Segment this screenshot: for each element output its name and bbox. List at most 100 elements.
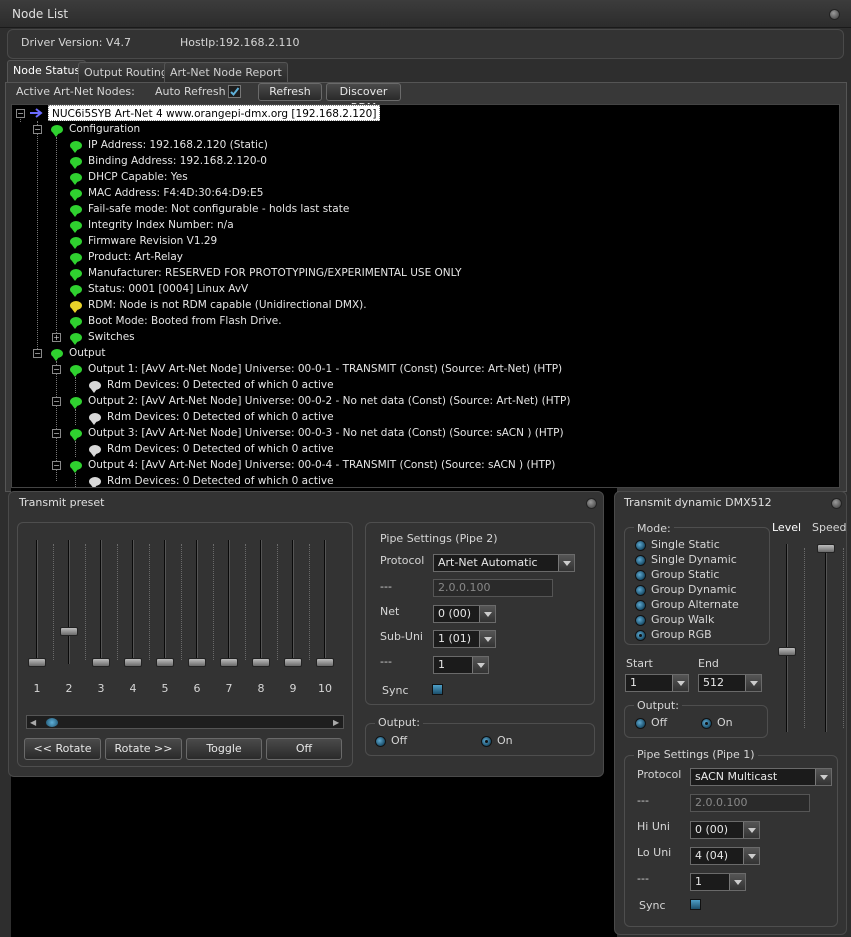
output-on-radio[interactable]: [481, 736, 492, 747]
fader-thumb[interactable]: [220, 658, 238, 667]
fader-thumb[interactable]: [156, 658, 174, 667]
mode-radio-group-walk[interactable]: [635, 615, 646, 626]
net-select[interactable]: 0 (00): [433, 605, 496, 623]
rdm-devices[interactable]: Rdm Devices: 0 Detected of which 0 activ…: [107, 441, 334, 457]
mode-radio-group-alternate[interactable]: [635, 600, 646, 611]
tab-output-routing[interactable]: Output Routing: [78, 62, 174, 82]
ip-field[interactable]: 2.0.0.100: [433, 579, 553, 597]
chevron-down-icon[interactable]: [745, 675, 761, 691]
hiuni-select[interactable]: 0 (00): [690, 821, 760, 839]
panel-close-icon[interactable]: [586, 498, 597, 509]
chevron-down-icon[interactable]: [815, 769, 831, 785]
node-tree[interactable]: − NUC6i5SYB Art-Net 4 www.orangepi-dmx.o…: [11, 104, 840, 488]
subuni-select[interactable]: 1 (01): [433, 630, 496, 648]
mode-radio-group-static[interactable]: [635, 570, 646, 581]
config-item[interactable]: Status: 0001 [0004] Linux AvV: [88, 281, 248, 297]
collapse-icon[interactable]: −: [52, 429, 61, 438]
tree-configuration[interactable]: Configuration: [69, 121, 140, 137]
dynamic-ip-field[interactable]: 2.0.0.100: [690, 794, 810, 812]
config-item[interactable]: Fail-safe mode: Not configurable - holds…: [88, 201, 349, 217]
protocol-select[interactable]: Art-Net Automatic: [433, 554, 575, 572]
extra-select[interactable]: 1: [433, 656, 489, 674]
dynamic-protocol-select[interactable]: sACN Multicast: [690, 768, 832, 786]
collapse-icon[interactable]: −: [16, 109, 25, 118]
fader-thumb[interactable]: [284, 658, 302, 667]
speed-slider-track[interactable]: [825, 544, 827, 732]
fader-thumb[interactable]: [188, 658, 206, 667]
window-close-icon[interactable]: [829, 9, 840, 20]
output-item[interactable]: Output 2: [AvV Art-Net Node] Universe: 0…: [88, 393, 570, 409]
mode-radio-group-rgb[interactable]: [635, 630, 646, 641]
config-item[interactable]: IP Address: 192.168.2.120 (Static): [88, 137, 268, 153]
chevron-down-icon[interactable]: [479, 606, 495, 622]
rdm-devices[interactable]: Rdm Devices: 0 Detected of which 0 activ…: [107, 409, 334, 425]
horizontal-scrollbar[interactable]: ◀ ▶: [26, 715, 344, 729]
config-item[interactable]: Product: Art-Relay: [88, 249, 183, 265]
tree-output[interactable]: Output: [69, 345, 105, 361]
off-button[interactable]: Off: [266, 738, 342, 760]
fader-track[interactable]: [292, 540, 294, 664]
config-item[interactable]: Integrity Index Number: n/a: [88, 217, 234, 233]
collapse-icon[interactable]: −: [33, 349, 42, 358]
fader-thumb[interactable]: [316, 658, 334, 667]
config-item[interactable]: Manufacturer: RESERVED FOR PROTOTYPING/E…: [88, 265, 462, 281]
mode-radio-single-dynamic[interactable]: [635, 555, 646, 566]
fader-track[interactable]: [228, 540, 230, 664]
fader-track[interactable]: [132, 540, 134, 664]
end-select[interactable]: 512: [698, 674, 762, 692]
mode-radio-single-static[interactable]: [635, 540, 646, 551]
discover-rdm-button[interactable]: Discover RDM: [326, 83, 401, 114]
chevron-down-icon[interactable]: [472, 657, 488, 673]
config-item[interactable]: Binding Address: 192.168.2.120-0: [88, 153, 267, 169]
fader-track[interactable]: [260, 540, 262, 664]
fader-track[interactable]: [36, 540, 38, 664]
dynamic-sync-checkbox[interactable]: [690, 899, 701, 910]
toggle-button[interactable]: Toggle: [186, 738, 262, 760]
config-item[interactable]: DHCP Capable: Yes: [88, 169, 188, 185]
config-item[interactable]: RDM: Node is not RDM capable (Unidirecti…: [88, 297, 367, 313]
rotate-right-button[interactable]: Rotate >>: [105, 738, 182, 760]
scroll-left-icon[interactable]: ◀: [30, 718, 36, 727]
scroll-right-icon[interactable]: ▶: [333, 718, 339, 727]
dynamic-output-off-radio[interactable]: [635, 718, 646, 729]
level-slider-thumb[interactable]: [778, 647, 796, 657]
fader-track[interactable]: [324, 540, 326, 664]
fader-track[interactable]: [100, 540, 102, 664]
collapse-icon[interactable]: −: [52, 461, 61, 470]
fader-thumb[interactable]: [28, 658, 46, 667]
scroll-thumb[interactable]: [46, 718, 58, 727]
config-item[interactable]: Boot Mode: Booted from Flash Drive.: [88, 313, 282, 329]
start-select[interactable]: 1: [625, 674, 689, 692]
collapse-icon[interactable]: −: [52, 365, 61, 374]
chevron-down-icon[interactable]: [558, 555, 574, 571]
fader-track[interactable]: [68, 540, 70, 664]
rotate-left-button[interactable]: << Rotate: [24, 738, 101, 760]
collapse-icon[interactable]: −: [52, 397, 61, 406]
config-item[interactable]: MAC Address: F4:4D:30:64:D9:E5: [88, 185, 263, 201]
panel-close-icon[interactable]: [831, 498, 842, 509]
tab-art-net-node-report[interactable]: Art-Net Node Report: [164, 62, 288, 82]
tab-node-status[interactable]: Node Status: [7, 60, 87, 82]
fader-thumb[interactable]: [92, 658, 110, 667]
config-item[interactable]: Firmware Revision V1.29: [88, 233, 217, 249]
level-slider-track[interactable]: [786, 544, 788, 732]
tree-root-node[interactable]: NUC6i5SYB Art-Net 4 www.orangepi-dmx.org…: [48, 105, 381, 121]
fader-thumb[interactable]: [252, 658, 270, 667]
rdm-devices[interactable]: Rdm Devices: 0 Detected of which 0 activ…: [107, 377, 334, 393]
collapse-icon[interactable]: −: [33, 125, 42, 134]
chevron-down-icon[interactable]: [729, 874, 745, 890]
sync-checkbox[interactable]: [432, 684, 443, 695]
dynamic-extra-select[interactable]: 1: [690, 873, 746, 891]
refresh-button[interactable]: Refresh: [258, 83, 322, 101]
fader-track[interactable]: [196, 540, 198, 664]
chevron-down-icon[interactable]: [743, 822, 759, 838]
rdm-devices[interactable]: Rdm Devices: 0 Detected of which 0 activ…: [107, 473, 334, 487]
output-item[interactable]: Output 4: [AvV Art-Net Node] Universe: 0…: [88, 457, 555, 473]
fader-thumb[interactable]: [124, 658, 142, 667]
mode-radio-group-dynamic[interactable]: [635, 585, 646, 596]
louni-select[interactable]: 4 (04): [690, 847, 760, 865]
speed-slider-thumb[interactable]: [817, 544, 835, 553]
fader-track[interactable]: [164, 540, 166, 664]
auto-refresh-checkbox[interactable]: [228, 85, 241, 98]
output-item[interactable]: Output 1: [AvV Art-Net Node] Universe: 0…: [88, 361, 562, 377]
